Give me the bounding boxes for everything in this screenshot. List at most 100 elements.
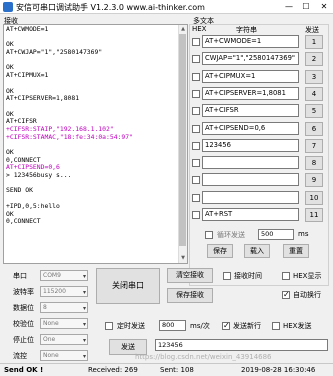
multi-hex-checkbox[interactable]: [192, 159, 200, 168]
multi-hex-checkbox[interactable]: [192, 38, 200, 46]
multi-send-button[interactable]: 3: [305, 69, 323, 84]
status-bar: Send OK ! Received: 269 Sent: 108 2019-0…: [0, 364, 333, 376]
hex-column-header: HEX: [192, 25, 207, 33]
data-bits-select[interactable]: 8: [40, 302, 88, 313]
multi-string-input[interactable]: AT+CIPSEND=0,6: [202, 121, 299, 135]
receive-line: [6, 141, 185, 149]
send-text-input[interactable]: 123456: [155, 339, 328, 351]
multi-string-input[interactable]: AT+CIPSERVER=1,8081: [202, 86, 299, 100]
flow-control-select[interactable]: None: [40, 350, 88, 361]
hex-display-label: HEX显示: [293, 272, 322, 280]
parity-select[interactable]: None: [40, 318, 88, 329]
multi-hex-checkbox[interactable]: [192, 89, 200, 98]
multi-string-input[interactable]: AT+CIPMUX=1: [202, 69, 299, 83]
multi-hex-checkbox[interactable]: [192, 107, 200, 116]
multi-hex-checkbox[interactable]: [192, 141, 200, 150]
loop-interval-input[interactable]: 500: [258, 229, 294, 240]
multi-hex-checkbox[interactable]: [192, 124, 200, 133]
multi-send-button[interactable]: 1: [305, 35, 323, 49]
loop-send-label: 循环发送: [217, 231, 245, 239]
multi-send-button[interactable]: 4: [305, 86, 323, 101]
save-receive-button[interactable]: 保存接收: [167, 288, 213, 303]
title-bar: 安信可串口调试助手 V1.2.3.0 www.ai-thinker.com — …: [0, 0, 333, 14]
receive-line: +IPD,0,5:hello: [6, 201, 60, 210]
baud-label: 波特率: [13, 288, 34, 296]
baud-select[interactable]: 115200: [40, 286, 88, 297]
minimize-icon[interactable]: —: [281, 1, 297, 13]
send-column-header: 发送: [305, 26, 319, 34]
receive-line: [6, 103, 185, 111]
multi-hex-checkbox[interactable]: [192, 72, 200, 81]
multi-hex-checkbox[interactable]: [192, 176, 200, 185]
multi-send-button[interactable]: 6: [305, 121, 323, 136]
close-port-button[interactable]: 关闭串口: [96, 268, 160, 304]
receive-line: AT+CIPSERVER=1,8081: [6, 94, 80, 103]
receive-line: [6, 57, 185, 65]
multi-string-input[interactable]: AT+CWMODE=1: [202, 35, 299, 48]
window-title: 安信可串口调试助手 V1.2.3.0 www.ai-thinker.com: [16, 3, 205, 12]
receive-scrollbar-thumb[interactable]: [179, 34, 186, 246]
flow-control-label: 流控: [13, 352, 27, 360]
port-select[interactable]: COM9: [40, 270, 88, 281]
multi-send-button[interactable]: 10: [305, 190, 323, 205]
multi-string-input[interactable]: CWJAP="1","2580147369": [202, 52, 299, 66]
parity-label: 校验位: [13, 320, 34, 328]
multi-string-input[interactable]: AT+CIFSR: [202, 104, 299, 118]
datetime-text: 2019-08-28 16:30:46: [241, 366, 316, 374]
scroll-down-icon[interactable]: ▼: [179, 254, 187, 262]
send-newline-label: 发送新行: [233, 322, 261, 330]
receive-line: [6, 34, 185, 42]
timed-send-label: 定时发送: [117, 322, 145, 330]
receive-line: AT+CWMODE=1: [6, 25, 49, 33]
auto-newline-checkbox[interactable]: [282, 290, 290, 299]
send-newline-checkbox[interactable]: [222, 321, 230, 330]
receive-time-checkbox[interactable]: [223, 272, 231, 280]
multi-string-input[interactable]: AT+RST: [202, 208, 299, 221]
multi-send-button[interactable]: 2: [305, 52, 323, 67]
receive-line: > 123456busy s...: [6, 171, 72, 180]
app-icon: [3, 2, 13, 12]
multi-string-input[interactable]: [202, 156, 299, 170]
close-icon[interactable]: ✕: [316, 1, 332, 13]
multi-send-button[interactable]: 11: [305, 208, 323, 222]
timed-unit-label: ms/次: [190, 322, 210, 330]
hex-send-label: HEX发送: [283, 322, 312, 330]
timed-send-checkbox[interactable]: [105, 322, 113, 330]
receive-line: AT+CWJAP="1","2580147369": [6, 48, 103, 57]
multi-string-input[interactable]: 123456: [202, 138, 299, 152]
multi-string-input[interactable]: [202, 173, 299, 187]
receive-textarea[interactable]: AT+CWMODE=1 OK AT+CWJAP="1","2580147369" OK…: [3, 24, 188, 264]
watermark-text: https://blog.csdn.net/weixin_43914686: [135, 353, 272, 361]
hex-display-checkbox[interactable]: [282, 272, 290, 280]
multi-string-input[interactable]: [202, 190, 299, 204]
multi-hex-checkbox[interactable]: [192, 193, 200, 202]
clear-receive-button[interactable]: 清空接收: [167, 268, 213, 283]
multi-send-button[interactable]: 8: [305, 156, 323, 171]
multi-send-button[interactable]: 7: [305, 138, 323, 153]
loop-unit-label: ms: [298, 230, 309, 238]
maximize-icon[interactable]: ☐: [298, 1, 314, 13]
stop-bits-label: 停止位: [13, 336, 34, 344]
reset-button[interactable]: 重置: [283, 244, 309, 258]
auto-newline-label: 自动换行: [293, 291, 321, 299]
hex-send-checkbox[interactable]: [272, 322, 280, 330]
timed-interval-input[interactable]: 800: [159, 320, 186, 331]
multi-send-button[interactable]: 5: [305, 104, 323, 119]
scroll-up-icon[interactable]: ▲: [179, 25, 187, 33]
multi-send-button[interactable]: 9: [305, 173, 323, 188]
receive-line: 0,CONNECT: [6, 217, 41, 226]
loop-send-checkbox[interactable]: [205, 231, 213, 239]
receive-line: SEND OK: [6, 186, 33, 195]
multi-hex-checkbox[interactable]: [192, 211, 200, 219]
string-column-header: 字符串: [236, 26, 257, 34]
received-count: Received: 269: [88, 366, 138, 374]
load-button[interactable]: 载入: [244, 244, 270, 258]
port-label: 串口: [13, 272, 27, 280]
save-button[interactable]: 保存: [207, 244, 233, 258]
multi-hex-checkbox[interactable]: [192, 55, 200, 64]
sent-count: Sent: 108: [160, 366, 194, 374]
receive-line: +CIFSR:STAMAC,"18:fe:34:0a:54:97": [6, 132, 133, 141]
data-bits-label: 数据位: [13, 304, 34, 312]
stop-bits-select[interactable]: One: [40, 334, 88, 345]
send-status-text: Send OK !: [4, 366, 44, 374]
